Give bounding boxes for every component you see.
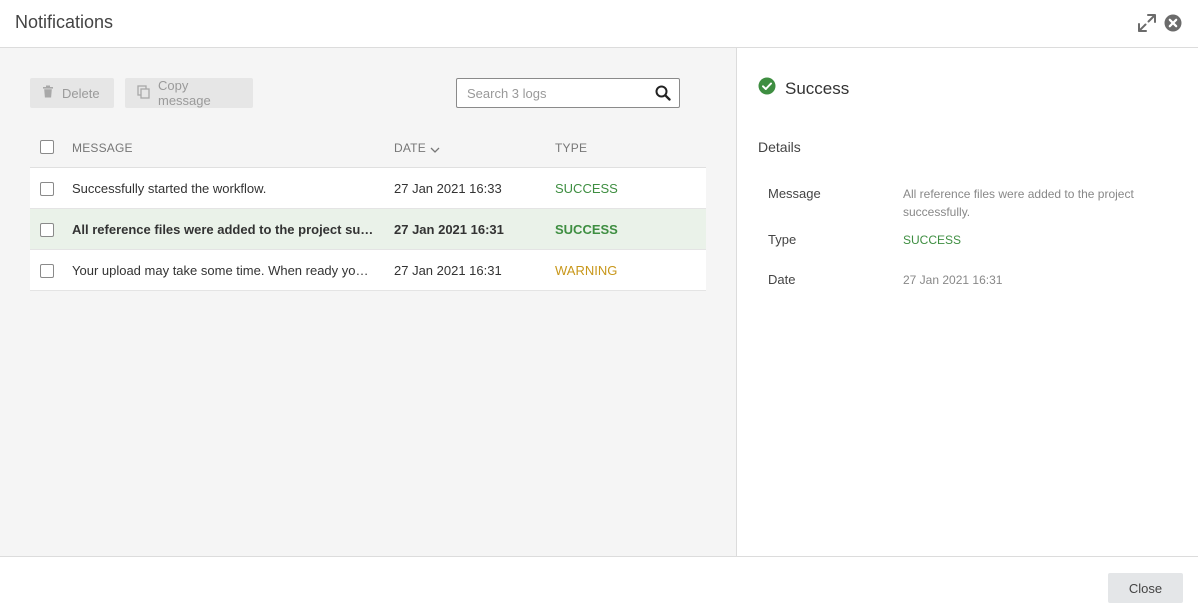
row-message: Your upload may take some time. When rea… — [72, 263, 374, 278]
status-label: Success — [785, 78, 850, 98]
column-header-date-label: DATE — [394, 141, 426, 155]
dialog-title: Notifications — [15, 12, 114, 32]
table-row[interactable]: Successfully started the workflow. 27 Ja… — [30, 168, 706, 209]
detail-message-value: All reference files were added to the pr… — [903, 187, 1134, 219]
row-date: 27 Jan 2021 16:31 — [394, 222, 504, 237]
column-header-date[interactable]: DATE — [394, 141, 544, 156]
row-message: Successfully started the workflow. — [72, 181, 267, 196]
detail-date-label: Date — [768, 272, 796, 287]
row-checkbox[interactable] — [40, 264, 54, 278]
search-icon[interactable] — [655, 85, 671, 101]
row-checkbox[interactable] — [40, 223, 54, 237]
detail-type-label: Type — [768, 232, 797, 247]
expand-icon[interactable] — [1137, 13, 1157, 33]
dialog-header: Notifications — [0, 0, 1198, 48]
delete-button[interactable]: Delete — [30, 78, 114, 108]
table-header: MESSAGE DATE TYPE — [30, 128, 706, 168]
row-date: 27 Jan 2021 16:33 — [394, 181, 502, 196]
status-heading: Success — [758, 77, 849, 100]
log-list-panel: Delete Copy message MESSAGE DATE TYPE — [0, 48, 737, 556]
log-table: MESSAGE DATE TYPE Successfully started t… — [30, 128, 706, 291]
trash-icon — [42, 85, 54, 101]
row-type: WARNING — [555, 263, 618, 278]
check-circle-icon — [758, 77, 776, 100]
delete-button-label: Delete — [62, 85, 100, 101]
copy-message-button[interactable]: Copy message — [125, 78, 253, 108]
detail-message-label: Message — [768, 186, 821, 201]
dialog-footer: Close — [0, 556, 1198, 614]
details-section-title: Details — [758, 139, 801, 155]
copy-icon — [137, 84, 150, 102]
row-type: SUCCESS — [555, 181, 618, 196]
close-button[interactable]: Close — [1108, 573, 1183, 603]
column-header-type: TYPE — [555, 141, 588, 155]
table-row[interactable]: Your upload may take some time. When rea… — [30, 250, 706, 291]
select-all-checkbox[interactable] — [40, 140, 54, 154]
row-date: 27 Jan 2021 16:31 — [394, 263, 502, 278]
chevron-down-icon — [430, 142, 440, 156]
search-box — [456, 78, 680, 108]
search-input[interactable] — [457, 79, 647, 107]
row-message: All reference files were added to the pr… — [72, 222, 374, 237]
copy-message-label: Copy message — [158, 78, 211, 108]
detail-date-value: 27 Jan 2021 16:31 — [903, 273, 1003, 287]
detail-type-value: SUCCESS — [903, 233, 962, 247]
detail-panel: Success Details Message All reference fi… — [738, 48, 1198, 556]
row-checkbox[interactable] — [40, 182, 54, 196]
row-type: SUCCESS — [555, 222, 618, 237]
close-circle-icon[interactable] — [1163, 13, 1183, 33]
table-row-selected[interactable]: All reference files were added to the pr… — [30, 209, 706, 250]
column-header-message: MESSAGE — [72, 141, 133, 155]
